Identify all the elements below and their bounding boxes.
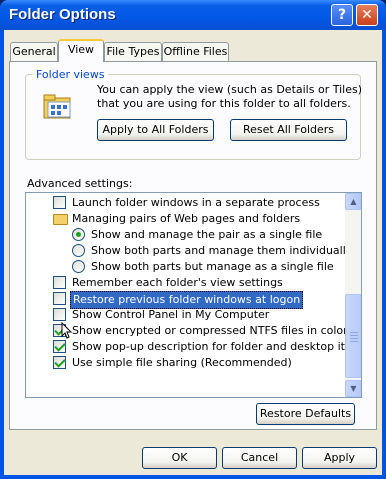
dialog-body: General View File Types Offline Files Fo…: [4, 30, 382, 475]
reset-all-folders-button[interactable]: Reset All Folders: [230, 119, 347, 141]
folder-icon: [53, 214, 68, 225]
checkbox[interactable]: [53, 292, 66, 305]
scroll-up-button[interactable]: ▲: [345, 193, 361, 210]
advanced-settings-list[interactable]: Launch folder windows in a separate proc…: [25, 192, 362, 398]
close-button[interactable]: ✕: [356, 4, 378, 26]
radio-button[interactable]: [72, 244, 85, 257]
scroll-thumb[interactable]: [345, 294, 361, 378]
radio-button[interactable]: [72, 228, 85, 241]
folder-views-icon: [43, 94, 71, 119]
scroll-down-button[interactable]: ▼: [345, 380, 361, 397]
folder-views-label: Folder views: [33, 68, 108, 81]
vertical-scrollbar[interactable]: ▲ ▼: [345, 193, 361, 397]
tab-general[interactable]: General: [10, 42, 58, 61]
cancel-button[interactable]: Cancel: [222, 447, 297, 469]
help-button[interactable]: ?: [331, 4, 353, 26]
apply-to-all-folders-button[interactable]: Apply to All Folders: [97, 119, 214, 141]
apply-button[interactable]: Apply: [302, 447, 377, 469]
advanced-settings-label: Advanced settings:: [27, 177, 133, 190]
checkbox[interactable]: [53, 356, 66, 369]
checkbox[interactable]: [53, 276, 66, 289]
tab-offline-files[interactable]: Offline Files: [162, 42, 229, 61]
folder-views-description: You can apply the view (such as Details …: [97, 83, 362, 110]
restore-defaults-button[interactable]: Restore Defaults: [256, 403, 355, 425]
folder-options-window: Folder Options ? ✕ General View File Typ…: [0, 0, 386, 479]
ok-button[interactable]: OK: [142, 447, 217, 469]
checkbox[interactable]: [53, 340, 66, 353]
checkbox[interactable]: [53, 308, 66, 321]
window-title: Folder Options: [9, 6, 116, 23]
title-bar[interactable]: Folder Options ? ✕: [0, 0, 386, 30]
radio-button[interactable]: [72, 260, 85, 273]
mouse-pointer-icon: [61, 322, 73, 339]
tab-view[interactable]: View: [58, 39, 104, 62]
checkbox[interactable]: [53, 196, 66, 209]
tab-file-types[interactable]: File Types: [104, 42, 162, 61]
